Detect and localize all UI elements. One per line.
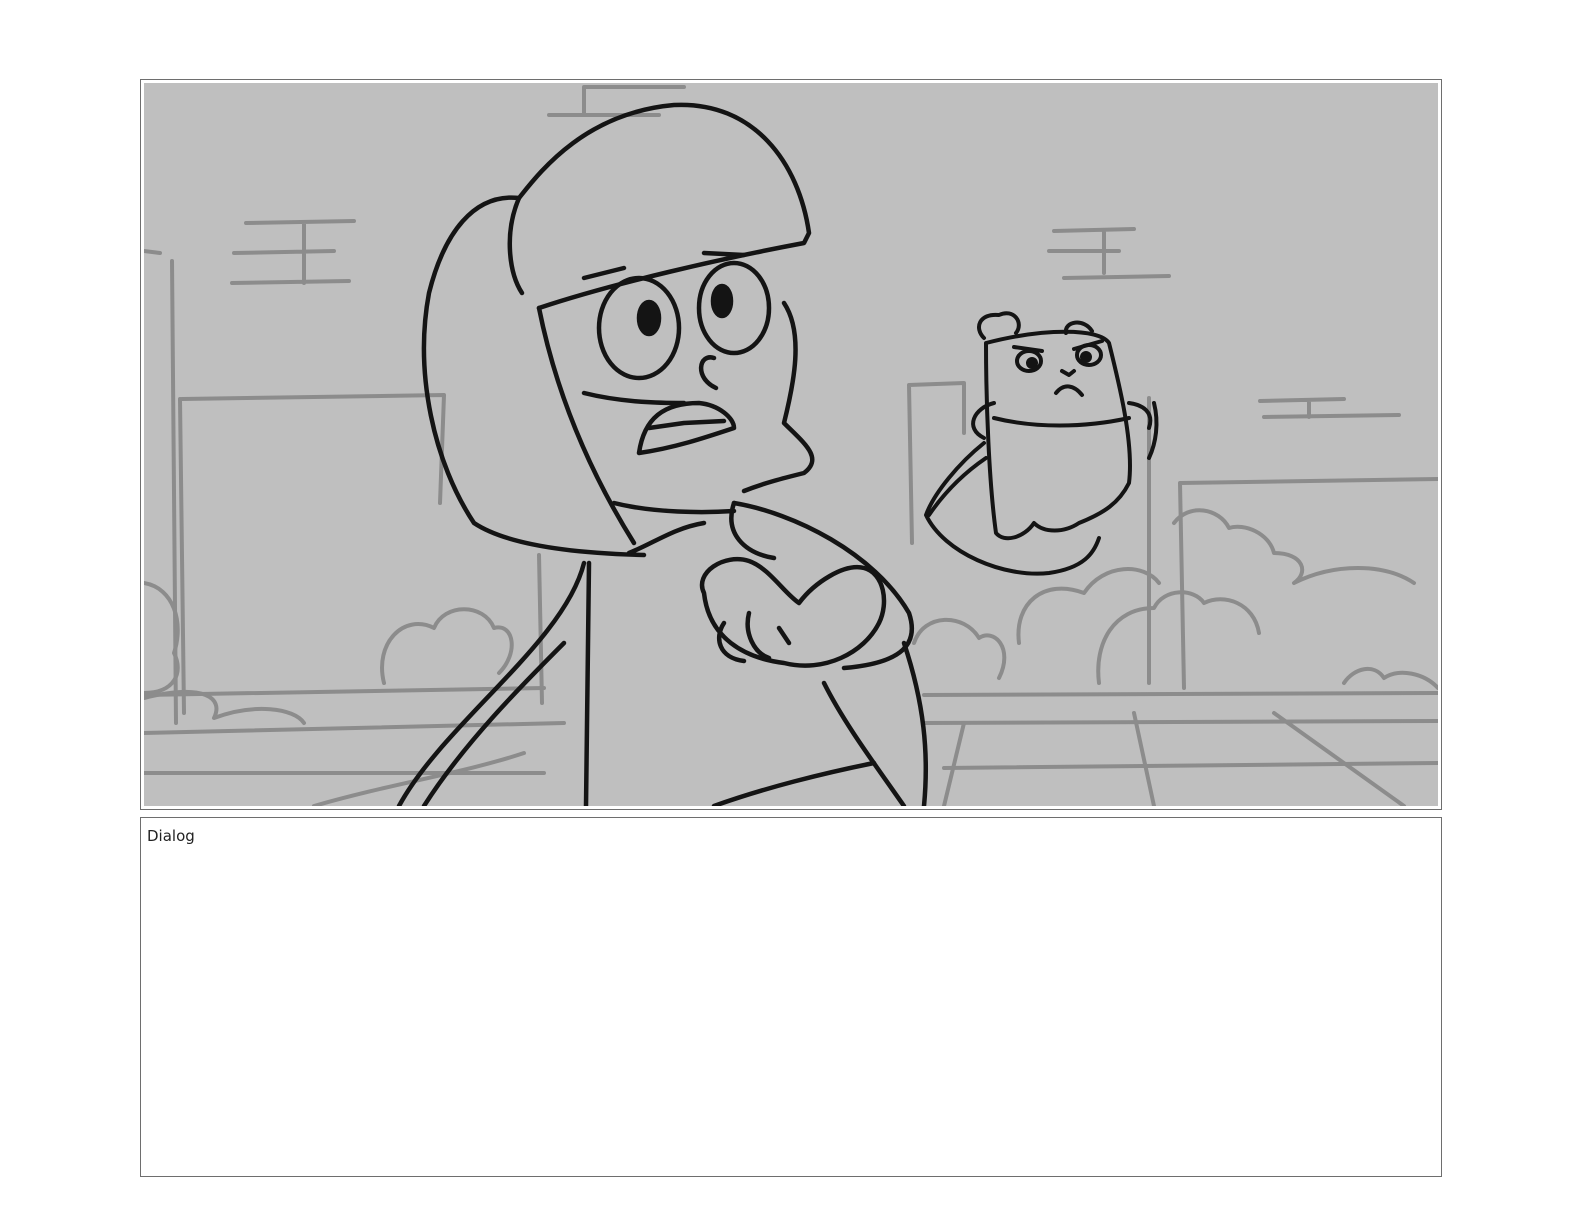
panel-drawing [144, 83, 1438, 806]
girl-character-sketch [396, 102, 929, 806]
dialog-label: Dialog [147, 827, 195, 845]
storyboard-panel [140, 79, 1442, 810]
sketch-illustration [144, 85, 1438, 806]
dialog-box[interactable]: Dialog [140, 817, 1442, 1177]
background-city-sketch [144, 85, 1438, 806]
bear-puppet-sketch [924, 311, 1159, 576]
